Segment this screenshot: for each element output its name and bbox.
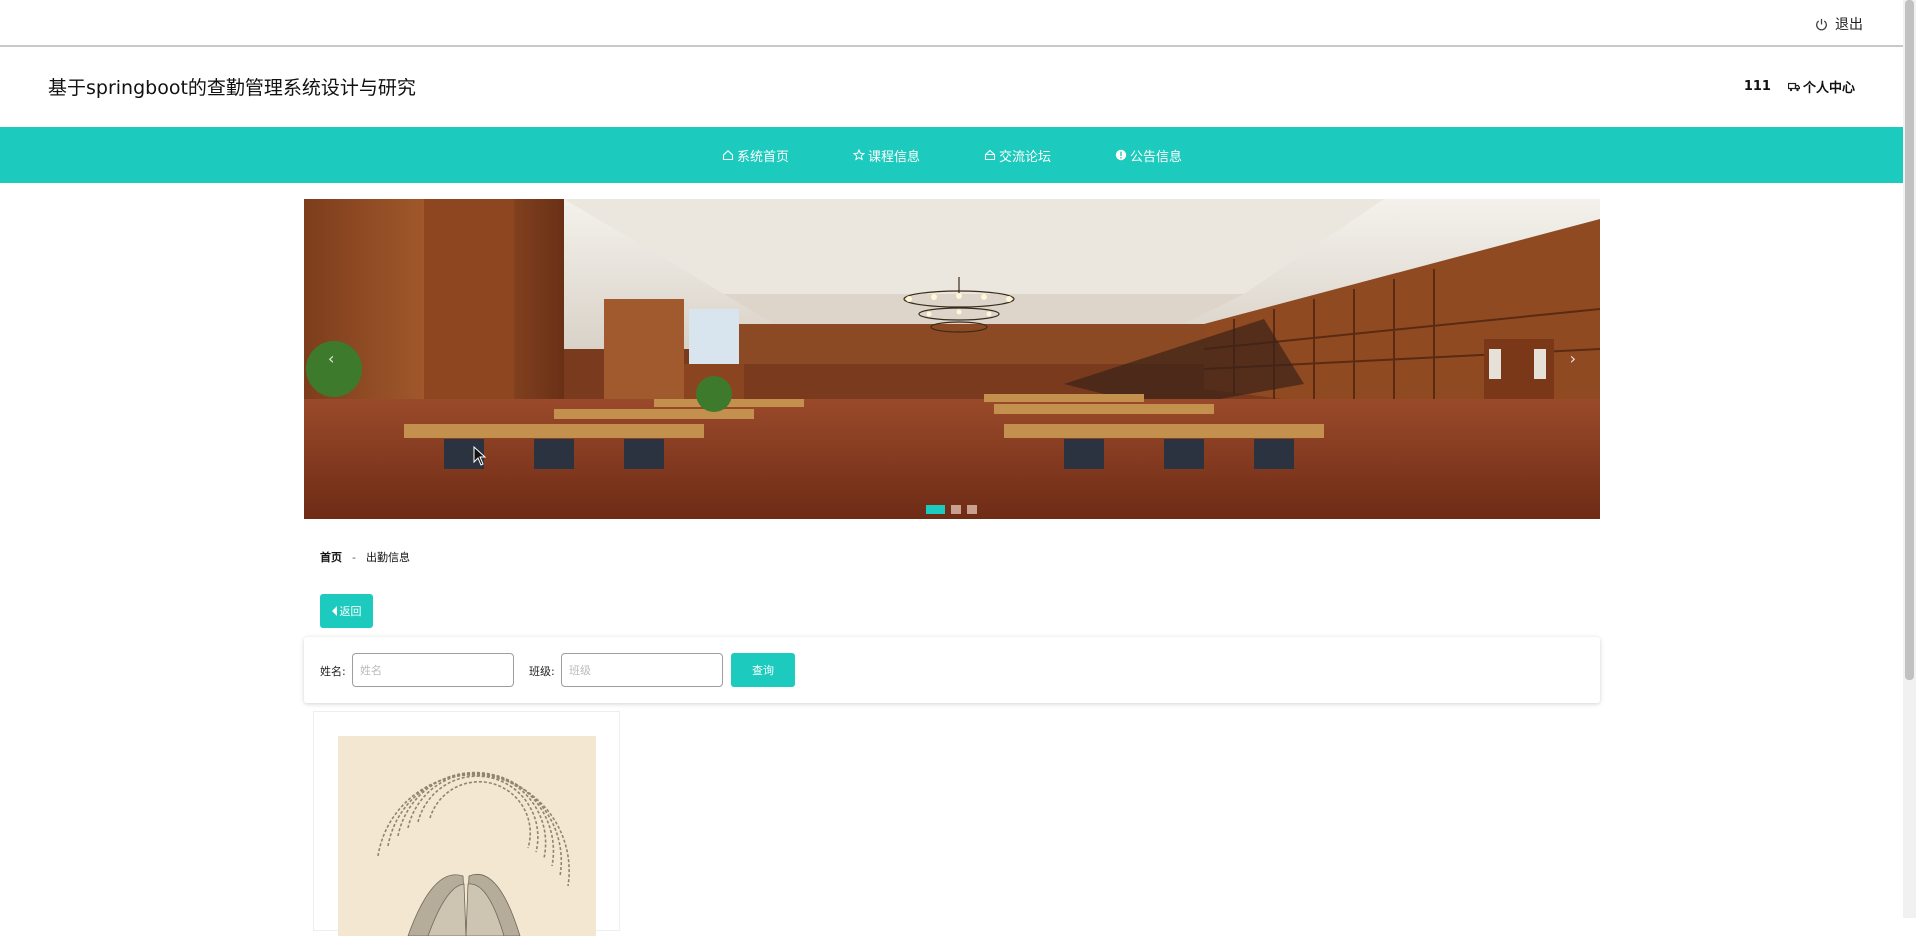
nav-label: 系统首页 <box>737 149 790 165</box>
main-nav: 系统首页 课程信息 交流论坛 公告信息 <box>0 127 1903 183</box>
personal-center-label: 个人中心 <box>1802 81 1855 96</box>
home-icon <box>722 150 734 161</box>
search-panel: 姓名: 班级: 查询 <box>304 637 1600 703</box>
carousel-dot-1[interactable] <box>926 505 945 514</box>
nav-item-notices[interactable]: 公告信息 <box>1115 146 1182 165</box>
card-image <box>338 736 596 936</box>
class-label: 班级: <box>529 665 555 678</box>
scrollbar-thumb[interactable] <box>1905 0 1914 680</box>
carousel-dot-3[interactable] <box>967 505 977 514</box>
nav-item-forum[interactable]: 交流论坛 <box>984 146 1051 165</box>
breadcrumb-current: 出勤信息 <box>365 551 410 564</box>
nav-label: 公告信息 <box>1130 149 1183 165</box>
nav-label: 交流论坛 <box>999 149 1052 165</box>
logout-label: 退出 <box>1835 17 1863 33</box>
site-title: 基于springboot的查勤管理系统设计与研究 <box>48 77 416 99</box>
user-area: 111 个人中心 <box>1744 77 1855 96</box>
page-scrollbar[interactable] <box>1903 0 1916 918</box>
carousel-next-button[interactable]: › <box>1570 349 1576 368</box>
attendance-card[interactable] <box>313 711 620 936</box>
banner-carousel[interactable]: ‹ › <box>304 199 1600 519</box>
star-icon <box>853 149 866 161</box>
query-button[interactable]: 查询 <box>731 653 795 687</box>
name-input[interactable] <box>352 653 514 687</box>
top-bar: 退出 <box>0 0 1903 47</box>
carousel-indicators <box>926 505 983 514</box>
nav-item-courses[interactable]: 课程信息 <box>853 146 920 165</box>
breadcrumb: 首页 - 出勤信息 <box>320 549 410 565</box>
car-icon <box>1787 82 1800 91</box>
personal-center-link[interactable]: 个人中心 <box>1787 77 1855 96</box>
power-icon <box>1816 18 1827 30</box>
caret-left-icon <box>331 606 337 616</box>
carousel-dot-2[interactable] <box>951 505 961 514</box>
username: 111 <box>1743 79 1771 94</box>
logout-button[interactable]: 退出 <box>1815 14 1863 34</box>
class-input[interactable] <box>561 653 723 687</box>
nav-item-home[interactable]: 系统首页 <box>722 146 789 165</box>
book-image <box>338 736 596 936</box>
name-label: 姓名: <box>320 665 346 678</box>
carousel-prev-button[interactable]: ‹ <box>328 349 334 368</box>
nav-label: 课程信息 <box>868 149 921 165</box>
library-image <box>304 199 1600 519</box>
forum-icon <box>984 149 996 161</box>
mouse-cursor <box>473 446 487 466</box>
breadcrumb-separator: - <box>352 550 356 564</box>
back-label: 返回 <box>339 605 362 618</box>
breadcrumb-home[interactable]: 首页 <box>320 549 342 565</box>
info-icon <box>1115 149 1127 161</box>
back-button[interactable]: 返回 <box>320 594 373 628</box>
header: 基于springboot的查勤管理系统设计与研究 111 个人中心 <box>0 49 1903 127</box>
